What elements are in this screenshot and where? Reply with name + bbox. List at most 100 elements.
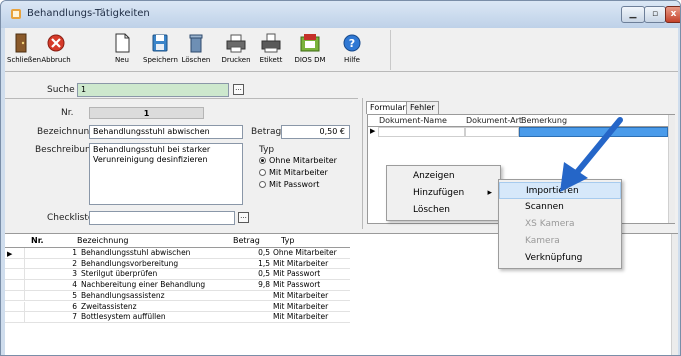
maximize-icon: ▫ [651, 9, 659, 19]
cell-nr: 7 [72, 312, 77, 322]
cell-nr: 1 [72, 248, 77, 257]
cell-typ: Mit Mitarbeiter [273, 258, 329, 268]
table-row[interactable]: 5 Behandlungsassistenz Mit Mitarbeiter [5, 290, 350, 302]
cell-typ: Mit Passwort [273, 280, 321, 290]
tab-fehler[interactable]: Fehler [406, 101, 439, 114]
cell-typ: Ohne Mitarbeiter [273, 248, 337, 257]
checkliste-label: Checkliste [47, 213, 94, 223]
cell-typ: Mit Mitarbeiter [273, 290, 329, 300]
row-header-cell[interactable] [15, 312, 25, 323]
doc-name-cell[interactable] [378, 127, 465, 137]
label-button[interactable]: Etikett [257, 28, 285, 72]
list-scrollbar[interactable] [671, 234, 678, 355]
cell-betrag: 9,8 [258, 280, 270, 290]
minimize-button[interactable]: ▁ [621, 6, 645, 23]
search-input[interactable]: 1 [77, 83, 229, 97]
row-header-cell[interactable] [15, 280, 25, 291]
list-column-betrag: Betrag [233, 236, 260, 245]
table-row[interactable]: 3 Sterilgut überprüfen 0,5 Mit Passwort [5, 269, 350, 281]
new-button[interactable]: Neu [109, 28, 135, 72]
typ-label: Typ [259, 145, 275, 155]
save-icon [152, 34, 168, 52]
cell-typ: Mit Mitarbeiter [273, 301, 329, 311]
radio-icon [259, 181, 266, 188]
app-icon [11, 9, 21, 19]
betrag-input[interactable]: 0,50 € [281, 125, 350, 139]
typ-option-mit-passwort[interactable]: Mit Passwort [259, 180, 319, 189]
typ-option-mit-mitarbeiter[interactable]: Mit Mitarbeiter [259, 168, 328, 177]
table-row[interactable]: 7 Bottlesystem auffüllen Mit Mitarbeiter [5, 312, 350, 323]
exit-button[interactable]: Schließen [7, 28, 41, 72]
table-row[interactable]: 1 Behandlungsstuhl abwischen 0,5 Ohne Mitar… [5, 248, 350, 259]
cell-bezeichnung: Behandlungsstuhl abwischen [81, 248, 191, 257]
menu-item-verknuepfung[interactable]: Verknüpfung [499, 250, 621, 267]
column-dokument-art: Dokument-Art [466, 116, 523, 125]
cell-bezeichnung: Nachbereitung einer Behandlung [81, 280, 206, 290]
search-lookup-button[interactable]: ... [233, 84, 244, 95]
exit-icon [15, 33, 27, 53]
delete-button[interactable]: Löschen [181, 28, 211, 72]
svg-text:?: ? [349, 37, 355, 50]
beschreibung-label: Beschreibung [35, 145, 97, 155]
row-indicator-icon: ▶ [370, 127, 376, 135]
cell-typ: Mit Mitarbeiter [273, 312, 329, 322]
table-row[interactable]: 6 Zweitassistenz Mit Mitarbeiter [5, 301, 350, 313]
app-window: Behandlungs-Tätigkeiten ▁ ▫ x Schließen … [0, 0, 681, 356]
help-icon: ? [343, 34, 361, 52]
row-header-cell[interactable] [15, 258, 25, 269]
beschreibung-textarea[interactable]: Behandlungsstuhl bei starker Verunreinig… [89, 143, 243, 205]
menu-item-hinzufuegen[interactable]: Hinzufügen ▸ [387, 185, 500, 202]
cell-bezeichnung: Sterilgut überprüfen [81, 269, 158, 279]
row-header-cell[interactable] [15, 248, 25, 258]
bezeichnung-label: Bezeichnung [37, 127, 95, 137]
cell-betrag: 0,5 [258, 248, 270, 257]
dios-dm-button[interactable]: DIOS DM [290, 28, 330, 72]
table-row[interactable]: 4 Nachbereitung einer Behandlung 9,8 Mit Pa… [5, 280, 350, 291]
annotation-arrow-icon [560, 117, 623, 192]
toolbar: Schließen Abbruch Neu Speichern Löschen … [5, 28, 678, 72]
menu-item-scannen[interactable]: Scannen [499, 199, 621, 216]
save-button[interactable]: Speichern [143, 28, 178, 72]
checkliste-input[interactable] [89, 211, 235, 225]
table-row[interactable]: 2 Behandlungsvorbereitung 1,5 Mit Mitarbeit… [5, 258, 350, 270]
close-button[interactable]: x [665, 6, 680, 23]
cell-bezeichnung: Zweitassistenz [81, 301, 137, 311]
label-printer-icon [261, 33, 281, 53]
betrag-label: Betrag [251, 127, 282, 137]
bezeichnung-input[interactable]: Behandlungsstuhl abwischen [89, 125, 243, 139]
list-rows: 1 Behandlungsstuhl abwischen 0,5 Ohne Mitar… [5, 248, 350, 324]
cancel-button[interactable]: Abbruch [39, 28, 73, 72]
cell-nr: 5 [72, 290, 77, 300]
documents-scrollbar[interactable] [668, 115, 675, 223]
dios-dm-icon [300, 34, 320, 52]
nr-field: 1 [89, 107, 204, 119]
cell-nr: 3 [72, 269, 77, 279]
cell-betrag: 1,5 [258, 258, 270, 268]
row-header-cell[interactable] [15, 290, 25, 301]
menu-item-anzeigen[interactable]: Anzeigen [387, 168, 500, 185]
trash-icon [189, 34, 203, 53]
column-dokument-name: Dokument-Name [379, 116, 447, 125]
menu-item-kamera: Kamera [525, 236, 560, 246]
doc-art-cell[interactable] [465, 127, 519, 137]
help-button[interactable]: ? Hilfe [340, 28, 364, 72]
row-header-cell[interactable] [15, 269, 25, 280]
radio-icon [259, 169, 266, 176]
print-button[interactable]: Drucken [221, 28, 251, 72]
typ-option-ohne[interactable]: Ohne Mitarbeiter [259, 156, 337, 165]
cell-typ: Mit Passwort [273, 269, 321, 279]
cancel-icon [47, 34, 65, 52]
submenu-arrow-icon: ▸ [487, 188, 492, 198]
menu-item-xs-kamera: XS Kamera [525, 219, 575, 229]
maximize-button[interactable]: ▫ [644, 6, 666, 23]
row-header-cell[interactable] [15, 301, 25, 312]
menu-item-loeschen[interactable]: Löschen [387, 202, 500, 219]
list-column-typ: Typ [281, 236, 295, 245]
checkliste-lookup-button[interactable]: ... [238, 212, 249, 223]
cell-bezeichnung: Behandlungsassistenz [81, 290, 165, 300]
cell-nr: 4 [72, 280, 77, 290]
cell-bezeichnung: Bottlesystem auffüllen [81, 312, 166, 322]
printer-icon [226, 34, 246, 53]
close-icon: x [670, 9, 677, 19]
cell-nr: 2 [72, 258, 77, 268]
